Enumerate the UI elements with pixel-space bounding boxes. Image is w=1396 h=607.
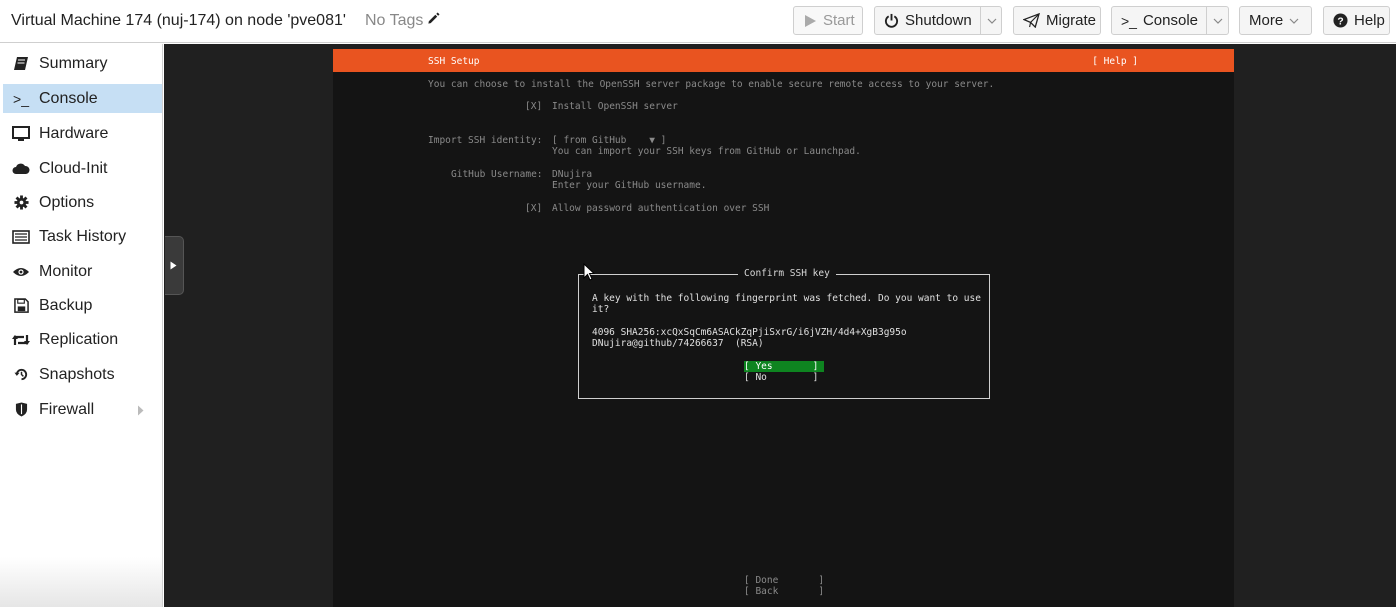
sidebar-item-label: Replication <box>39 330 119 348</box>
sidebar-item-label: Monitor <box>39 262 93 280</box>
console-button[interactable]: >_ Console <box>1111 6 1229 35</box>
sidebar-item-monitor[interactable]: Monitor <box>3 257 162 286</box>
sidebar-item-firewall[interactable]: Firewall <box>3 395 162 424</box>
sidebar-item-label: Cloud-Init <box>39 159 108 177</box>
sidebar-item-hardware[interactable]: Hardware <box>3 119 162 148</box>
sidebar-item-label: Summary <box>39 54 108 72</box>
power-icon <box>884 13 899 28</box>
installer-title: SSH Setup <box>428 56 480 67</box>
sidebar: Summary >_ Console Hardware Cloud-Init O… <box>0 44 163 607</box>
done-button[interactable]: [ Done ] <box>744 575 824 586</box>
sidebar-item-label: Console <box>39 89 98 107</box>
sidebar-item-label: Options <box>39 193 95 211</box>
key-fingerprint: 4096 SHA256:xcQxSqCm6ASACkZqPjiSxrG/i6jV… <box>592 327 907 338</box>
username-hint: Enter your GitHub username. <box>552 180 707 191</box>
question-circle-icon: ? <box>1333 13 1348 28</box>
start-button[interactable]: Start <box>793 6 863 35</box>
mouse-pointer-icon <box>583 262 596 285</box>
chevron-down-icon <box>1213 18 1223 24</box>
more-button[interactable]: More <box>1239 6 1312 35</box>
sidebar-item-backup[interactable]: Backup <box>3 291 162 320</box>
dialog-message: A key with the following fingerprint was… <box>592 293 981 304</box>
import-select[interactable]: [ from GitHub ▼ ] <box>552 135 666 146</box>
install-label: Install OpenSSH server <box>552 101 678 112</box>
import-label: Import SSH identity: <box>428 135 543 146</box>
sidebar-item-label: Hardware <box>39 124 109 142</box>
play-icon <box>803 14 817 28</box>
retweet-icon <box>12 331 30 349</box>
floppy-icon <box>12 297 30 315</box>
console-dropdown[interactable] <box>1206 7 1223 34</box>
list-icon <box>12 228 30 246</box>
migrate-button[interactable]: Migrate <box>1013 6 1101 35</box>
shutdown-button[interactable]: Shutdown <box>874 6 1002 35</box>
dialog-title: Confirm SSH key <box>738 268 836 279</box>
chevron-down-icon <box>987 18 997 24</box>
tags-label: No Tags <box>365 12 424 29</box>
sidebar-item-task-history[interactable]: Task History <box>3 222 162 251</box>
key-owner: DNujira@github/74266637 (RSA) <box>592 338 764 349</box>
terminal-icon: >_ <box>13 90 29 107</box>
console-label: Console <box>1142 12 1199 29</box>
sidebar-item-snapshots[interactable]: Snapshots <box>3 360 162 389</box>
eye-icon <box>12 263 30 281</box>
installer-help[interactable]: [ Help ] <box>1092 56 1138 67</box>
terminal-screen[interactable]: SSH Setup [ Help ] You can choose to ins… <box>333 49 1234 607</box>
sidebar-item-label: Backup <box>39 296 93 314</box>
yes-button[interactable]: [ Yes ] <box>744 361 824 372</box>
history-icon <box>12 366 30 384</box>
sidebar-fade <box>0 557 162 607</box>
chevron-right-icon[interactable] <box>137 403 144 421</box>
gear-icon <box>12 194 30 212</box>
help-label: Help <box>1354 12 1385 29</box>
password-checkbox[interactable]: [X] <box>525 203 542 214</box>
sidebar-item-summary[interactable]: Summary <box>3 49 162 78</box>
sidebar-item-options[interactable]: Options <box>3 188 162 217</box>
install-checkbox[interactable]: [X] <box>525 101 542 112</box>
sidebar-item-label: Snapshots <box>39 365 115 383</box>
shutdown-label: Shutdown <box>905 12 972 29</box>
sidebar-item-label: Firewall <box>39 400 95 418</box>
sidebar-item-console[interactable]: >_ Console <box>3 84 162 113</box>
shutdown-dropdown[interactable] <box>979 7 997 34</box>
sidebar-item-replication[interactable]: Replication <box>3 325 162 354</box>
cloud-icon <box>12 160 30 178</box>
intro-text: You can choose to install the OpenSSH se… <box>428 79 995 90</box>
monitor-icon <box>12 125 30 143</box>
start-label: Start <box>823 12 855 29</box>
migrate-label: Migrate <box>1046 12 1097 29</box>
back-button[interactable]: [ Back ] <box>744 586 824 597</box>
sidebar-item-label: Task History <box>39 227 127 245</box>
svg-text:?: ? <box>1337 16 1343 27</box>
tags-editor[interactable]: No Tags <box>365 12 440 30</box>
password-label: Allow password authentication over SSH <box>552 203 770 214</box>
vm-title: Virtual Machine 174 (nuj-174) on node 'p… <box>11 12 346 29</box>
sidebar-item-cloud-init[interactable]: Cloud-Init <box>3 154 162 183</box>
help-button[interactable]: ? Help <box>1323 6 1390 35</box>
no-button[interactable]: [ No ] <box>744 372 818 383</box>
terminal-icon: >_ <box>1121 12 1137 29</box>
book-icon <box>12 55 30 73</box>
shield-icon <box>12 401 30 419</box>
username-input[interactable]: DNujira <box>552 169 592 180</box>
import-hint: You can import your SSH keys from GitHub… <box>552 146 861 157</box>
dialog-message-cont: it? <box>592 304 610 315</box>
toolbar: Virtual Machine 174 (nuj-174) on node 'p… <box>0 0 1396 43</box>
pencil-icon[interactable] <box>427 12 440 30</box>
novnc-control-handle[interactable] <box>165 236 184 295</box>
installer-header-bar: SSH Setup [ Help ] <box>333 49 1234 72</box>
chevron-down-icon <box>1289 18 1299 24</box>
username-label: GitHub Username: <box>451 169 543 180</box>
more-label: More <box>1249 12 1284 29</box>
confirm-ssh-key-dialog: Confirm SSH key A key with the following… <box>578 268 990 399</box>
paper-plane-icon <box>1023 13 1040 28</box>
